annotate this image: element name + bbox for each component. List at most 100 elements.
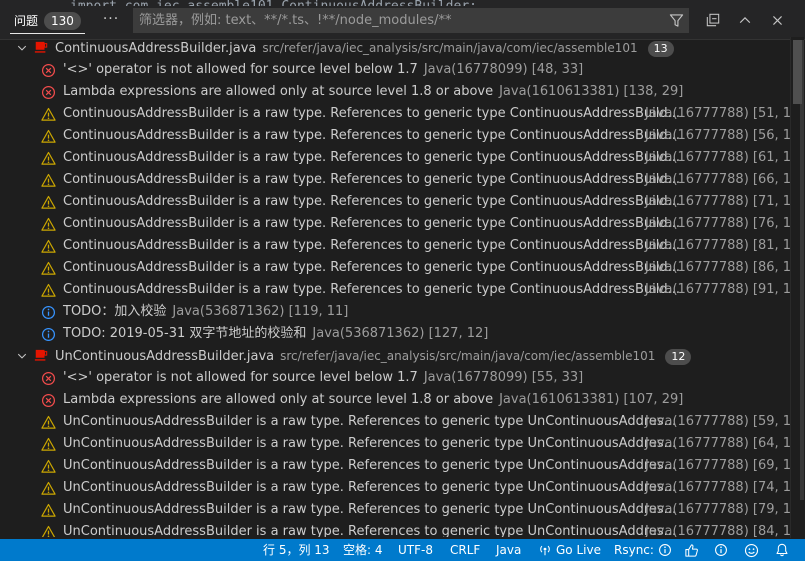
status-language[interactable]: Java (496, 539, 521, 561)
close-icon[interactable] (766, 9, 788, 31)
thumbs-up-icon[interactable] (684, 539, 699, 561)
problem-meta: Java(16777788) [64, 12] (645, 436, 790, 451)
problem-meta: Java(16777788) [84, 12] (645, 524, 790, 537)
warning-icon (41, 173, 56, 188)
problem-row[interactable]: ContinuousAddressBuilder is a raw type. … (0, 213, 790, 235)
problem-row[interactable]: UnContinuousAddressBuilder is a raw type… (0, 521, 790, 537)
problem-row[interactable]: ContinuousAddressBuilder is a raw type. … (0, 147, 790, 169)
problem-row[interactable]: UnContinuousAddressBuilder is a raw type… (0, 499, 790, 521)
collapse-all-icon[interactable] (702, 9, 724, 31)
problem-row[interactable]: ContinuousAddressBuilder is a raw type. … (0, 279, 790, 301)
problem-message: ContinuousAddressBuilder is a raw type. … (63, 128, 680, 143)
status-bar: 行 5，列 13 空格: 4 UTF-8 CRLF Java Go Live R… (0, 539, 805, 561)
problem-meta: Java(1610613381) [107, 29] (499, 392, 684, 407)
problem-meta: Java(16777788) [56, 12] (645, 128, 790, 143)
file-name: UnContinuousAddressBuilder.java (55, 348, 275, 364)
problem-message: Lambda expressions are allowed only at s… (63, 84, 494, 99)
problem-meta: Java(16777788) [74, 12] (645, 480, 790, 495)
warning-icon (41, 195, 56, 210)
problem-row[interactable]: '<>' operator is not allowed for source … (0, 59, 790, 81)
problem-message: '<>' operator is not allowed for source … (63, 370, 418, 385)
status-eol[interactable]: CRLF (450, 539, 480, 561)
broadcast-icon (538, 543, 552, 557)
problem-message: UnContinuousAddressBuilder is a raw type… (63, 436, 677, 451)
problem-message: UnContinuousAddressBuilder is a raw type… (63, 524, 677, 537)
tab-problems-label: 问题 (14, 14, 39, 28)
problem-row[interactable]: ContinuousAddressBuilder is a raw type. … (0, 103, 790, 125)
error-icon (41, 85, 56, 100)
status-rsync[interactable]: Rsync: (614, 539, 672, 561)
problem-meta: Java(16777788) [69, 12] (645, 458, 790, 473)
problem-message: UnContinuousAddressBuilder is a raw type… (63, 458, 677, 473)
warning-icon (41, 525, 56, 537)
problem-message: ContinuousAddressBuilder is a raw type. … (63, 282, 680, 297)
problem-row[interactable]: ContinuousAddressBuilder is a raw type. … (0, 257, 790, 279)
problem-meta: Java(16777788) [79, 12] (645, 502, 790, 517)
java-file-icon (34, 41, 48, 55)
problem-message: UnContinuousAddressBuilder is a raw type… (63, 480, 677, 495)
problem-meta: Java(16777788) [81, 12] (645, 238, 790, 253)
warning-icon (41, 503, 56, 518)
problem-meta: Java(16777788) [76, 12] (645, 216, 790, 231)
file-name: ContinuousAddressBuilder.java (55, 40, 257, 56)
chevron-down-icon[interactable] (15, 345, 29, 367)
status-golive-label: Go Live (556, 543, 601, 557)
warning-icon (41, 459, 56, 474)
problem-message: ContinuousAddressBuilder is a raw type. … (63, 260, 680, 275)
more-actions-button[interactable]: ··· (100, 10, 122, 30)
problem-meta: Java(16777788) [59, 12] (645, 414, 790, 429)
problem-message: ContinuousAddressBuilder is a raw type. … (63, 238, 680, 253)
error-icon (41, 393, 56, 408)
problem-row[interactable]: UnContinuousAddressBuilder is a raw type… (0, 455, 790, 477)
bell-icon[interactable] (775, 539, 789, 561)
status-encoding[interactable]: UTF-8 (398, 539, 433, 561)
problem-row[interactable]: Lambda expressions are allowed only at s… (0, 389, 790, 411)
info-icon (41, 327, 56, 342)
problem-row[interactable]: TODO：加入校验 Java(536871362) [119, 11] (0, 301, 790, 323)
problem-row[interactable]: '<>' operator is not allowed for source … (0, 367, 790, 389)
info-icon (41, 305, 56, 320)
chevron-down-icon[interactable] (15, 37, 29, 59)
problem-meta: Java(16777788) [86, 12] (645, 260, 790, 275)
smiley-icon[interactable] (744, 539, 759, 561)
problem-meta: Java(1610613381) [138, 29] (499, 84, 684, 99)
info-icon (658, 543, 672, 557)
problem-message: TODO: 2019-05-31 双字节地址的校验和 (63, 326, 307, 341)
problem-row[interactable]: ContinuousAddressBuilder is a raw type. … (0, 169, 790, 191)
filter-icon[interactable] (664, 10, 688, 32)
file-group-row[interactable]: UnContinuousAddressBuilder.java src/refer… (0, 345, 790, 367)
warning-icon (41, 151, 56, 166)
problem-message: '<>' operator is not allowed for source … (63, 62, 418, 77)
status-indentation[interactable]: 空格: 4 (343, 539, 383, 561)
java-file-icon (34, 349, 48, 363)
status-golive[interactable]: Go Live (538, 539, 601, 561)
scrollbar-thumb[interactable] (793, 40, 802, 104)
file-path: src/refer/java/iec_analysis/src/main/jav… (262, 40, 638, 55)
problem-message: ContinuousAddressBuilder is a raw type. … (63, 172, 680, 187)
chevron-up-icon[interactable] (734, 9, 756, 31)
file-group-row[interactable]: ContinuousAddressBuilder.java src/refer/j… (0, 37, 790, 59)
warning-icon (41, 437, 56, 452)
problem-message: ContinuousAddressBuilder is a raw type. … (63, 150, 680, 165)
tab-problems[interactable]: 问题 130 (10, 8, 85, 34)
problem-row[interactable]: UnContinuousAddressBuilder is a raw type… (0, 411, 790, 433)
problem-meta: Java(16778099) [48, 33] (423, 62, 584, 77)
problem-meta: Java(16777788) [71, 12] (645, 194, 790, 209)
status-cursor-position[interactable]: 行 5，列 13 (263, 539, 330, 561)
warning-icon (41, 261, 56, 276)
problem-message: UnContinuousAddressBuilder is a raw type… (63, 502, 677, 517)
problem-meta: Java(536871362) [119, 11] (172, 304, 349, 319)
problem-row[interactable]: ContinuousAddressBuilder is a raw type. … (0, 125, 790, 147)
problem-row[interactable]: UnContinuousAddressBuilder is a raw type… (0, 433, 790, 455)
problem-message: ContinuousAddressBuilder is a raw type. … (63, 194, 680, 209)
problem-row[interactable]: Lambda expressions are allowed only at s… (0, 81, 790, 103)
problem-row[interactable]: TODO: 2019-05-31 双字节地址的校验和 Java(536871362… (0, 323, 790, 345)
problem-meta: Java(536871362) [127, 12] (312, 326, 489, 341)
notification-info-icon[interactable] (714, 539, 728, 561)
problem-list: ContinuousAddressBuilder.java src/refer/j… (0, 37, 790, 537)
problem-row[interactable]: ContinuousAddressBuilder is a raw type. … (0, 235, 790, 257)
warning-icon (41, 239, 56, 254)
filter-input[interactable] (139, 9, 664, 32)
problem-row[interactable]: ContinuousAddressBuilder is a raw type. … (0, 191, 790, 213)
problem-row[interactable]: UnContinuousAddressBuilder is a raw type… (0, 477, 790, 499)
